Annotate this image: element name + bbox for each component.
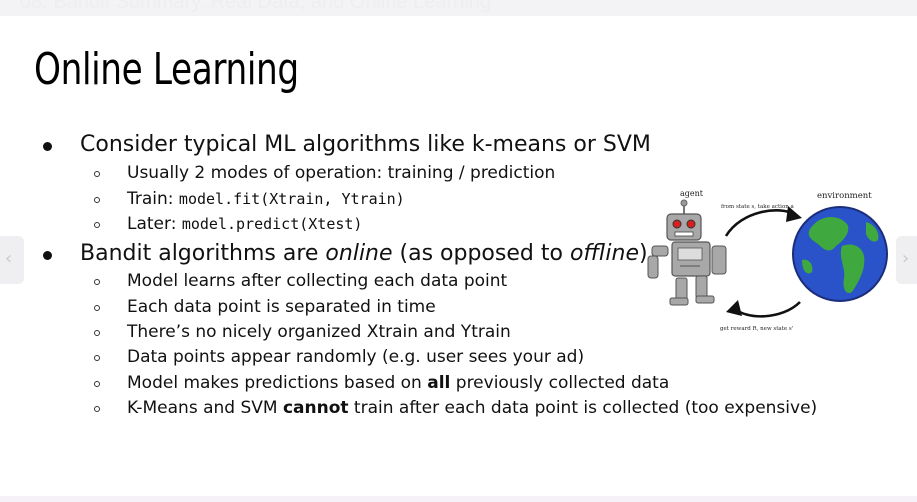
robot-icon bbox=[647, 199, 727, 306]
bullet-text-part: Bandit algorithms are bbox=[80, 241, 326, 266]
sub-bullet-item: K-Means and SVM cannot train after each … bbox=[127, 397, 817, 419]
bullet-text-part: offline bbox=[569, 241, 639, 266]
bullet-text-part: online bbox=[325, 241, 393, 266]
sub-bullet-text-part: model.predict(Xtest) bbox=[181, 215, 363, 233]
sub-bullet-marker bbox=[94, 381, 100, 387]
sub-bullet-text-part: Model learns after collecting each data … bbox=[127, 271, 508, 291]
sub-bullet-item: Usually 2 modes of operation: training /… bbox=[127, 162, 555, 184]
sub-bullet-text-part: Each data point is separated in time bbox=[127, 297, 436, 317]
top-arrow-label: from state s, take action a bbox=[721, 204, 795, 210]
sub-bullet-marker bbox=[94, 171, 100, 177]
sub-bullet-text-part: Later: bbox=[127, 214, 182, 234]
sub-bullet-marker bbox=[94, 406, 100, 412]
bottom-arrow-label: get reward R, new state s' bbox=[720, 326, 793, 332]
bullet-marker bbox=[43, 251, 52, 260]
sub-bullet-item: Model learns after collecting each data … bbox=[127, 270, 507, 292]
agent-environment-diagram: agent environment from state s, take act… bbox=[647, 189, 888, 332]
sub-bullet-marker bbox=[94, 330, 100, 336]
cycle-arrows bbox=[724, 206, 802, 318]
chevron-left-icon: ‹ bbox=[5, 248, 13, 269]
agent-label: agent bbox=[680, 189, 704, 198]
bullet-item: Consider typical ML algorithms like k-me… bbox=[80, 132, 651, 158]
sub-bullet-item: Later: model.predict(Xtest) bbox=[127, 213, 362, 235]
sub-bullet-item: Model makes predictions based on all pre… bbox=[127, 372, 669, 394]
sub-bullet-marker bbox=[94, 222, 100, 228]
sub-bullet-text-part: cannot bbox=[282, 398, 349, 418]
sub-bullet-text-part: Train: bbox=[127, 189, 179, 209]
sub-bullet-text-part: all bbox=[427, 373, 451, 393]
earth-icon bbox=[792, 206, 888, 302]
next-slide-button[interactable]: › bbox=[896, 236, 917, 284]
sub-bullet-marker bbox=[94, 279, 100, 285]
environment-label: environment bbox=[817, 191, 872, 201]
bullet-text-part: Consider typical ML algorithms like k-me… bbox=[80, 132, 651, 157]
lecture-title: 08. Bandit Summary, Real Data, and Onlin… bbox=[20, 0, 492, 13]
sub-bullet-item: There’s no nicely organized Xtrain and Y… bbox=[127, 321, 511, 343]
sub-bullet-item: Train: model.fit(Xtrain, Ytrain) bbox=[127, 188, 405, 210]
sub-bullet-text-part: Data points appear randomly (e.g. user s… bbox=[127, 347, 585, 367]
sub-bullet-marker bbox=[94, 305, 100, 311]
sub-bullet-text-part: Usually 2 modes of operation: training /… bbox=[127, 163, 556, 183]
sub-bullet-text-part: There’s no nicely organized Xtrain and Y… bbox=[127, 322, 511, 342]
chevron-right-icon: › bbox=[902, 248, 910, 269]
previous-slide-button[interactable]: ‹ bbox=[0, 236, 24, 284]
sub-bullet-text-part: model.fit(Xtrain, Ytrain) bbox=[178, 190, 405, 208]
bullet-marker bbox=[43, 142, 52, 151]
sub-bullet-text-part: Model makes predictions based on bbox=[127, 373, 428, 393]
sub-bullet-marker bbox=[94, 197, 100, 203]
sub-bullet-item: Data points appear randomly (e.g. user s… bbox=[127, 346, 584, 368]
bullet-item: Bandit algorithms are online (as opposed… bbox=[80, 241, 648, 267]
sub-bullet-text-part: previously collected data bbox=[450, 373, 670, 393]
top-bar: 08. Bandit Summary, Real Data, and Onlin… bbox=[0, 0, 917, 16]
bullet-text-part: (as opposed to bbox=[392, 241, 570, 266]
slide-title: Online Learning bbox=[34, 44, 299, 95]
sub-bullet-text-part: K-Means and SVM bbox=[127, 398, 283, 418]
bottom-strip bbox=[0, 496, 917, 502]
sub-bullet-marker bbox=[94, 355, 100, 361]
sub-bullet-item: Each data point is separated in time bbox=[127, 296, 436, 318]
sub-bullet-text-part: train after each data point is collected… bbox=[348, 398, 818, 418]
